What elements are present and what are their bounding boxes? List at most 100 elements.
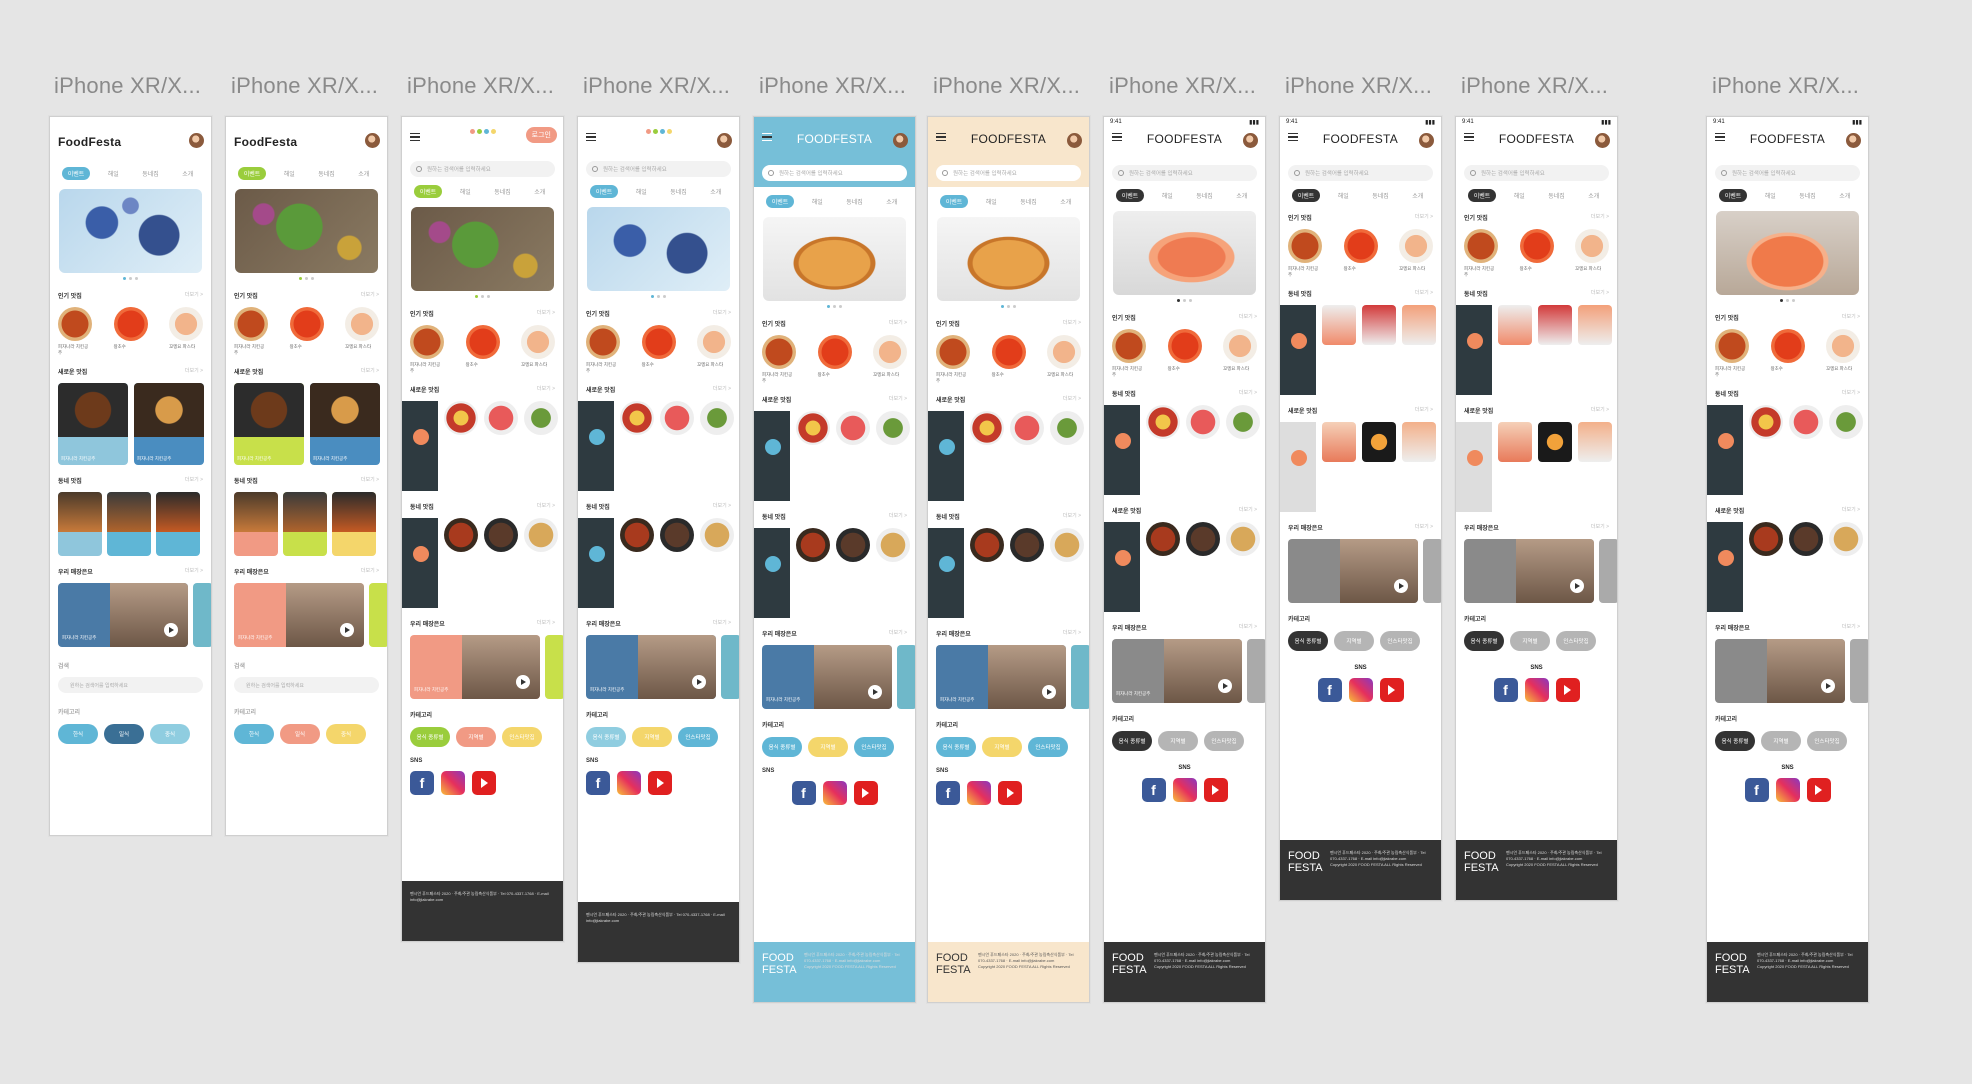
tab-event[interactable]: 이벤트 (413, 185, 443, 198)
list-item[interactable] (234, 492, 278, 556)
category-chip[interactable]: 지역별 (1158, 731, 1198, 751)
list-item[interactable]: 왕초수 (817, 335, 852, 384)
tab-3[interactable]: 동네집 (1014, 195, 1043, 208)
category-chip[interactable]: 한식 (234, 724, 274, 744)
list-item[interactable]: 피자나라 치킨공주 (936, 335, 970, 384)
tab-2[interactable]: 해일 (1759, 189, 1782, 202)
list-item[interactable]: 왕초수 (991, 335, 1026, 384)
list-item[interactable] (796, 411, 830, 501)
list-item[interactable]: 꼬멩요 파스타 (1575, 229, 1609, 278)
search-input[interactable]: 원하는 검색어를 입력하세요 (1288, 165, 1433, 181)
list-item[interactable] (1707, 405, 1743, 495)
category-chip[interactable]: 중식 (150, 724, 190, 744)
video-card[interactable] (1715, 639, 1845, 703)
list-item[interactable]: 꼬멩요 파스타 (697, 325, 731, 374)
search-input[interactable]: 원하는 검색어를 입력하세요 (762, 165, 907, 181)
list-item[interactable] (1050, 411, 1084, 501)
list-item[interactable]: 왕초수 (1167, 329, 1202, 378)
login-button[interactable]: 로그인 (525, 127, 557, 143)
tab-event[interactable]: 이벤트 (61, 167, 91, 180)
video-card[interactable] (1599, 539, 1617, 603)
category-chip[interactable]: 인스타맛집 (1028, 737, 1068, 757)
tab-event[interactable]: 이벤트 (1718, 189, 1748, 202)
hero-banner[interactable] (1113, 211, 1256, 295)
artboard-10[interactable]: 9:41 ▮▮▮ FOODFESTA 원하는 검색어를 입력하세요 이벤트 해일 … (1706, 116, 1869, 1003)
category-chip[interactable]: 인스타맛집 (1807, 731, 1847, 751)
search-input[interactable]: 원하는 검색어를 입력하세요 (58, 677, 203, 693)
list-item[interactable] (332, 492, 376, 556)
tab-event[interactable]: 이벤트 (1467, 189, 1497, 202)
menu-icon[interactable] (586, 133, 596, 141)
list-item[interactable]: 피자나라 치킨공주 (586, 325, 620, 374)
category-chip[interactable]: 일식 (280, 724, 320, 744)
avatar[interactable] (893, 133, 908, 148)
video-card[interactable]: 피자나라 치킨공주 (762, 645, 892, 709)
list-item[interactable] (1146, 405, 1180, 495)
instagram-icon[interactable] (1172, 778, 1197, 802)
list-item[interactable] (970, 528, 1004, 618)
play-icon[interactable] (164, 623, 178, 637)
tab-4[interactable]: 소개 (704, 185, 727, 198)
tab-2[interactable]: 해일 (806, 195, 829, 208)
play-icon[interactable] (1821, 679, 1835, 693)
facebook-icon[interactable]: f (1493, 678, 1518, 702)
list-item[interactable]: 피자나라 치킨공주 (310, 383, 380, 465)
list-item[interactable] (402, 401, 438, 491)
avatar[interactable] (1067, 133, 1082, 148)
list-item[interactable] (1578, 422, 1612, 512)
tab-2[interactable]: 해일 (1332, 189, 1355, 202)
search-input[interactable]: 원하는 검색어를 입력하세요 (1112, 165, 1257, 181)
list-item[interactable] (1829, 522, 1863, 612)
avatar[interactable] (189, 133, 204, 148)
artboard-7[interactable]: 9:41 ▮▮▮ FOODFESTA 원하는 검색어를 입력하세요 이벤트 해일 … (1103, 116, 1266, 1003)
facebook-icon[interactable]: f (1744, 778, 1769, 802)
video-card[interactable] (1850, 639, 1868, 703)
video-card[interactable] (1423, 539, 1441, 603)
instagram-icon[interactable] (617, 771, 641, 795)
youtube-icon[interactable] (1203, 778, 1228, 802)
list-item[interactable] (402, 518, 438, 608)
list-item[interactable] (1498, 422, 1532, 512)
list-item[interactable]: 피자나라 치킨공주 (58, 307, 92, 356)
hero-banner[interactable] (763, 217, 906, 301)
category-chip[interactable]: 음식 종류별 (1464, 631, 1504, 651)
list-item[interactable]: 피자나라 치킨공주 (234, 383, 304, 465)
category-chip[interactable]: 지역별 (982, 737, 1022, 757)
tab-2[interactable]: 해일 (1156, 189, 1179, 202)
list-item[interactable]: 피자나라 치킨공주 (234, 307, 268, 356)
artboard-5[interactable]: FOODFESTA 원하는 검색어를 입력하세요 이벤트 해일 동네집 소개 인… (753, 116, 916, 1003)
tab-3[interactable]: 동네집 (1542, 189, 1571, 202)
list-item[interactable] (1322, 422, 1356, 512)
list-item[interactable] (1010, 411, 1044, 501)
play-icon[interactable] (1042, 685, 1056, 699)
tab-4[interactable]: 소개 (1582, 189, 1605, 202)
artboard-3[interactable]: 로그인 원하는 검색어를 입력하세요 이벤트 해일 동네집 소개 인기 맛집 더보… (401, 116, 564, 942)
list-item[interactable] (928, 411, 964, 501)
video-card[interactable]: 피자나라 치킨공주 (936, 645, 1066, 709)
facebook-icon[interactable]: f (1141, 778, 1166, 802)
list-item[interactable] (1010, 528, 1044, 618)
artboard-8[interactable]: 9:41 ▮▮▮ FOODFESTA 원하는 검색어를 입력하세요 이벤트 해일 … (1279, 116, 1442, 901)
list-item[interactable] (1226, 405, 1260, 495)
youtube-icon[interactable] (1379, 678, 1404, 702)
video-card[interactable]: 피자나라 치킨공주 (586, 635, 716, 699)
video-card[interactable] (721, 635, 739, 699)
list-item[interactable] (754, 411, 790, 501)
category-chip[interactable]: 지역별 (1510, 631, 1550, 651)
artboard-4[interactable]: 원하는 검색어를 입력하세요 이벤트 해일 동네집 소개 인기 맛집 더보기 > … (577, 116, 740, 963)
tab-4[interactable]: 소개 (352, 167, 375, 180)
category-chip[interactable]: 음식 종류별 (936, 737, 976, 757)
category-chip[interactable]: 음식 종류별 (586, 727, 626, 747)
search-input[interactable]: 원하는 검색어를 입력하세요 (586, 161, 731, 177)
list-item[interactable]: 왕초수 (641, 325, 676, 374)
list-item[interactable] (620, 518, 654, 608)
list-item[interactable] (836, 411, 870, 501)
list-item[interactable] (1146, 522, 1180, 612)
list-item[interactable] (1402, 422, 1436, 512)
list-item[interactable]: 피자나라 치킨공주 (1288, 229, 1322, 278)
list-item[interactable]: 피자나라 치킨공주 (762, 335, 796, 384)
list-item[interactable] (1538, 305, 1572, 395)
list-item[interactable] (876, 411, 910, 501)
tab-3[interactable]: 동네집 (840, 195, 869, 208)
tab-2[interactable]: 해일 (102, 167, 125, 180)
